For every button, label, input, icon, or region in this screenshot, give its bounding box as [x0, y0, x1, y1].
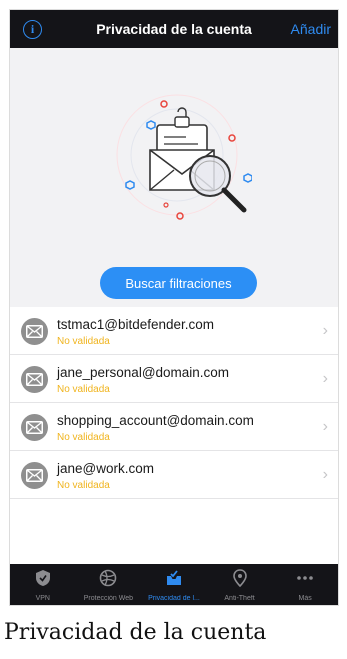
validation-status: No validada [57, 480, 110, 491]
more-icon [297, 576, 313, 580]
tab-label: Privacidad de l... [148, 595, 200, 602]
search-leaks-button[interactable]: Buscar filtraciones [100, 267, 257, 299]
tab-label: Anti-Theft [224, 595, 255, 602]
email-envelope-magnifier-illustration [116, 94, 252, 220]
chevron-right-icon: › [322, 322, 328, 339]
validation-status: No validada [57, 336, 110, 347]
tab-label: Más [298, 595, 312, 602]
tab-more[interactable]: Más [272, 564, 338, 605]
validation-status: No validada [57, 384, 110, 395]
account-row[interactable]: tstmac1@bitdefender.com No validada › [10, 307, 338, 355]
tab-account-privacy[interactable]: Privacidad de l... [141, 564, 207, 605]
tab-label: Protección Web [83, 595, 134, 602]
page-title: Privacidad de la cuenta [96, 21, 252, 37]
envelope-icon [21, 366, 48, 393]
privacy-inbox-icon [166, 570, 181, 585]
account-row[interactable]: jane_personal@domain.com No validada › [10, 355, 338, 403]
account-email: jane_personal@domain.com [57, 365, 230, 380]
tab-vpn[interactable]: VPN [10, 564, 76, 605]
account-row[interactable]: shopping_account@domain.com No validada … [10, 403, 338, 451]
account-email: tstmac1@bitdefender.com [57, 317, 215, 332]
email-account-list: tstmac1@bitdefender.com No validada › ja… [10, 307, 338, 499]
account-email: shopping_account@domain.com [57, 413, 254, 428]
bottom-tab-bar: VPN Protección Web Privacidad de l... An… [10, 564, 338, 605]
shield-icon [35, 570, 50, 586]
tab-web-protection[interactable]: Protección Web [76, 564, 142, 605]
envelope-icon [21, 462, 48, 489]
validation-status: No validada [57, 432, 110, 443]
screenshot-caption: Privacidad de la cuenta [4, 620, 267, 645]
add-button[interactable]: Añadir [291, 21, 331, 37]
envelope-icon [21, 414, 48, 441]
chevron-right-icon: › [322, 466, 328, 483]
hero-section: Buscar filtraciones [10, 48, 338, 307]
account-row[interactable]: jane@work.com No validada › [10, 451, 338, 499]
top-navigation-bar: i Privacidad de la cuenta Añadir [10, 10, 338, 48]
globe-icon [100, 569, 117, 587]
chevron-right-icon: › [322, 370, 328, 387]
app-screen: i Privacidad de la cuenta Añadir Buscar … [9, 9, 339, 606]
account-email: jane@work.com [57, 461, 154, 476]
chevron-right-icon: › [322, 418, 328, 435]
envelope-icon [21, 318, 48, 345]
tab-anti-theft[interactable]: Anti-Theft [207, 564, 273, 605]
tab-label: VPN [35, 595, 50, 602]
location-pin-icon [232, 569, 247, 587]
